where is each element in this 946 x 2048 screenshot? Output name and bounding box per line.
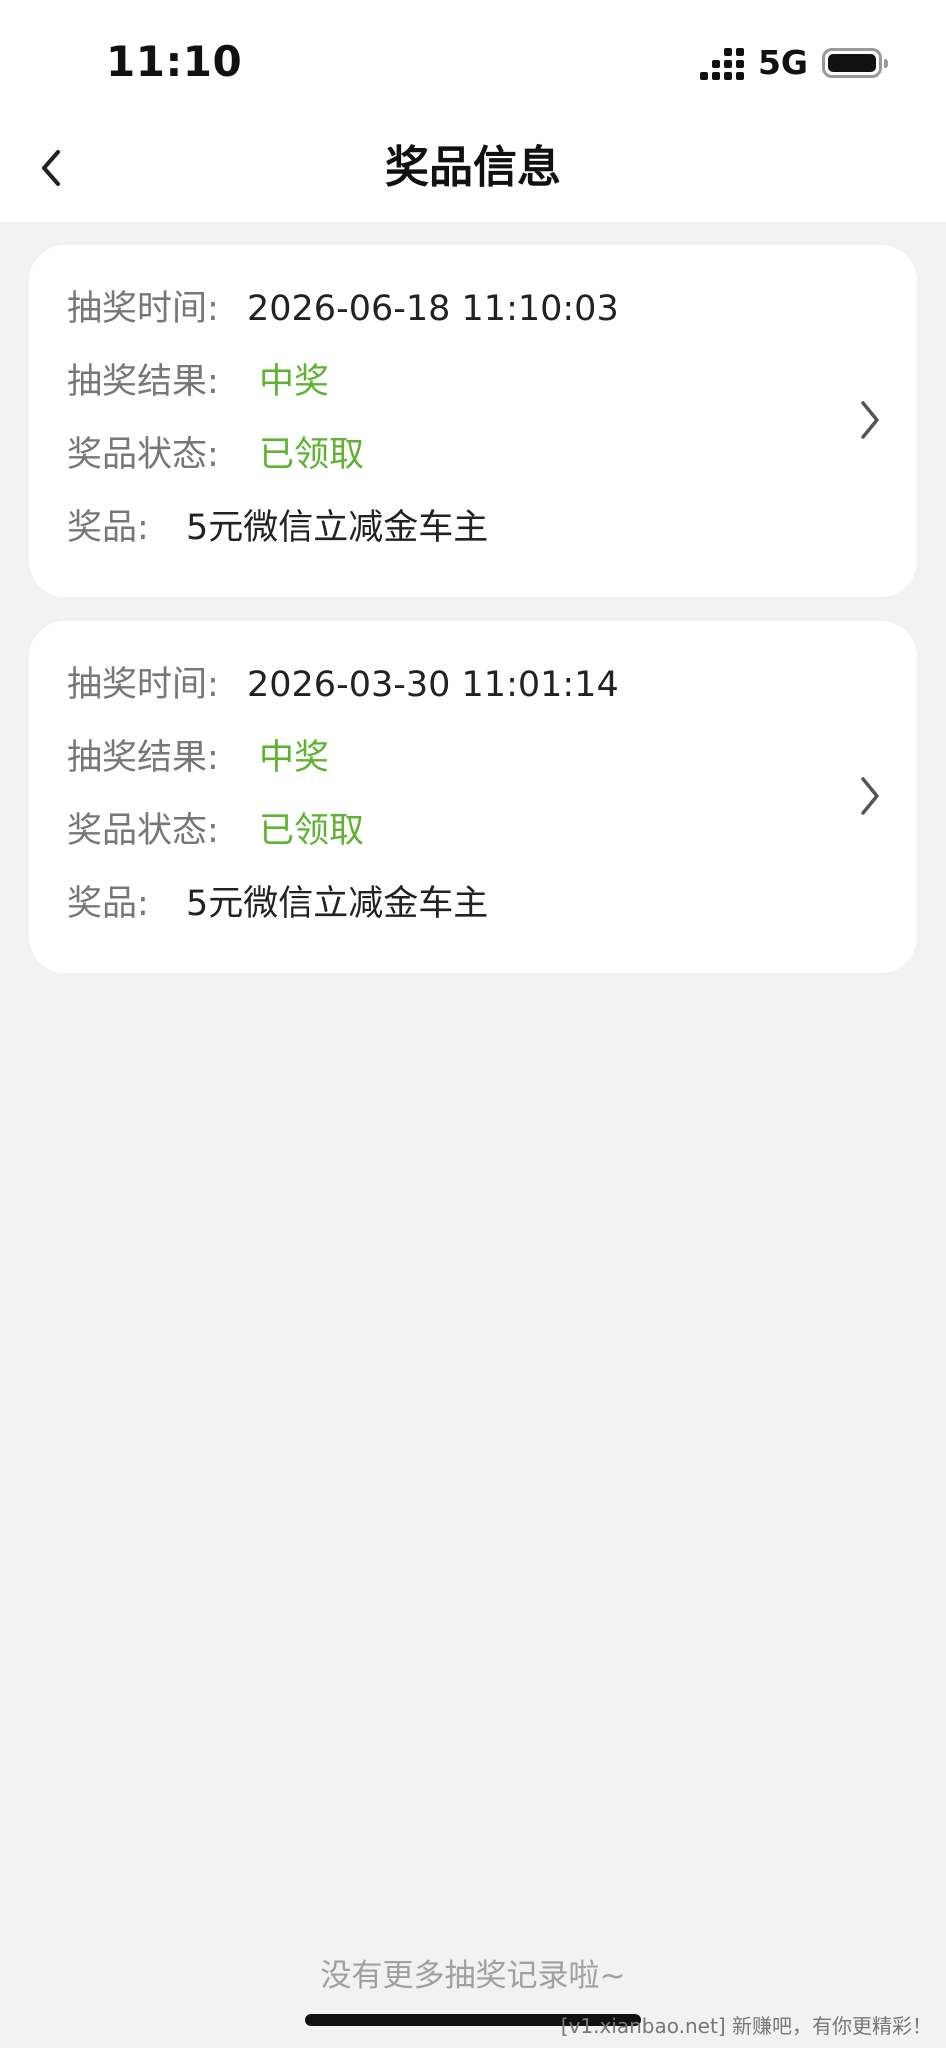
draw-time-value: 2026-06-18 11:10:03 xyxy=(247,289,619,329)
prize-status-row: 奖品状态: 已领取 xyxy=(67,803,364,859)
chevron-right-icon xyxy=(861,401,879,439)
prize-value: 5元微信立减金车主 xyxy=(186,508,489,548)
draw-time-row: 抽奖时间: 2026-06-18 11:10:03 xyxy=(67,281,619,337)
prize-record-card[interactable]: 抽奖时间: 2026-03-30 11:01:14 抽奖结果: 中奖 奖品状态:… xyxy=(29,621,917,973)
prize-status-value: 已领取 xyxy=(259,811,365,851)
prize-row: 奖品: 5元微信立减金车主 xyxy=(67,500,488,556)
prize-record-list: 抽奖时间: 2026-06-18 11:10:03 抽奖结果: 中奖 奖品状态:… xyxy=(29,245,917,997)
prize-label: 奖品: xyxy=(67,884,149,924)
draw-time-label: 抽奖时间: xyxy=(67,665,219,705)
network-type: 5G xyxy=(757,43,808,82)
prize-status-label: 奖品状态: xyxy=(67,811,219,851)
page-title: 奖品信息 xyxy=(385,142,561,193)
draw-result-row: 抽奖结果: 中奖 xyxy=(67,730,329,786)
draw-result-value: 中奖 xyxy=(259,738,330,778)
draw-result-label: 抽奖结果: xyxy=(67,362,219,402)
no-more-records-text: 没有更多抽奖记录啦~ xyxy=(320,1958,626,1994)
prize-status-row: 奖品状态: 已领取 xyxy=(67,427,364,483)
battery-icon xyxy=(822,48,888,78)
prize-status-value: 已领取 xyxy=(259,435,365,475)
status-time: 11:10 xyxy=(106,37,243,86)
signal-icon xyxy=(699,46,744,80)
chevron-right-icon xyxy=(861,777,879,815)
prize-value: 5元微信立减金车主 xyxy=(186,884,489,924)
prize-status-label: 奖品状态: xyxy=(67,435,219,475)
status-icons: 5G xyxy=(699,43,888,82)
prize-label: 奖品: xyxy=(67,508,149,548)
draw-result-row: 抽奖结果: 中奖 xyxy=(67,354,329,410)
watermark-text: [v1.xianbao.net] 新赚吧，有你更精彩！ xyxy=(560,2014,932,2038)
draw-result-value: 中奖 xyxy=(259,362,330,402)
draw-result-label: 抽奖结果: xyxy=(67,738,219,778)
draw-time-row: 抽奖时间: 2026-03-30 11:01:14 xyxy=(67,657,619,713)
draw-time-value: 2026-03-30 11:01:14 xyxy=(247,665,619,705)
draw-time-label: 抽奖时间: xyxy=(67,289,219,329)
prize-row: 奖品: 5元微信立减金车主 xyxy=(67,876,488,932)
prize-record-card[interactable]: 抽奖时间: 2026-06-18 11:10:03 抽奖结果: 中奖 奖品状态:… xyxy=(29,245,917,597)
header-area: 11:10 5G 奖品信息 xyxy=(0,0,946,222)
